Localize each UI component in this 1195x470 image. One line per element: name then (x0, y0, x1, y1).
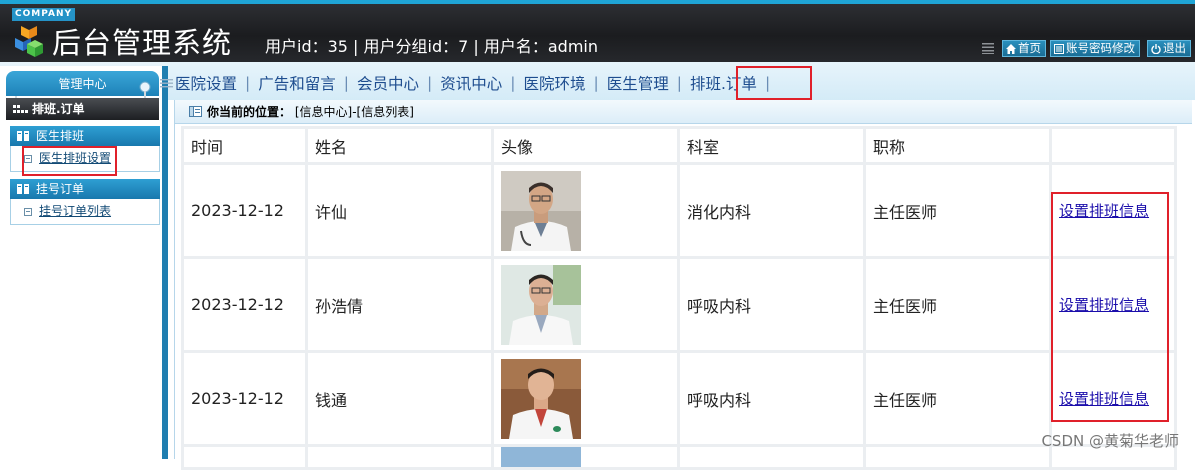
sidebar-group-schedule[interactable]: 医生排班 (10, 126, 160, 146)
breadcrumb-label: 你当前的位置： (207, 105, 291, 119)
sidebar-link-order-list[interactable]: 挂号订单列表 (39, 204, 111, 218)
logout-label: 退出 (1163, 41, 1186, 56)
table-row: 2023-12-12 孙浩倩 呼吸内科 主任医师 设置排班信息 (184, 259, 1174, 350)
document-icon (24, 208, 32, 216)
sidebar-group-label: 挂号订单 (36, 182, 84, 196)
nav-separator: | (765, 74, 770, 92)
sidebar-group-label: 医生排班 (36, 129, 84, 143)
nav-list-icon (160, 78, 173, 89)
company-label: COMPANY (12, 8, 75, 21)
sidebar-group-orders[interactable]: 挂号订单 (10, 179, 160, 199)
table-row: 2023-12-12 许仙 消化内科 主任医师 设 (184, 165, 1174, 256)
cell-title: 主任医师 (866, 165, 1049, 256)
cell-date: 2023-12-12 (184, 165, 305, 256)
cell-dept: 消化内科 (680, 165, 863, 256)
grid-dots-icon (13, 105, 29, 114)
cell-empty (308, 447, 491, 467)
cell-dept: 呼吸内科 (680, 353, 863, 444)
document-icon (24, 155, 32, 163)
table-header-row: 时间 姓名 头像 科室 职称 (184, 129, 1174, 162)
cell-action: 设置排班信息 (1052, 259, 1174, 350)
book-icon (17, 131, 29, 141)
cell-name: 孙浩倩 (308, 259, 491, 350)
col-header-avatar: 头像 (494, 129, 677, 162)
breadcrumb-path: [信息中心]-[信息列表] (295, 105, 414, 119)
col-header-title: 职称 (866, 129, 1049, 162)
sidebar-link-schedule-settings[interactable]: 医生排班设置 (39, 151, 111, 165)
cell-avatar (494, 259, 677, 350)
doctor-avatar (501, 265, 581, 345)
cell-avatar (494, 353, 677, 444)
nav-item-environment[interactable]: 医院环境 (516, 72, 594, 94)
change-password-button[interactable]: 账号密码修改 (1050, 40, 1140, 57)
set-schedule-link[interactable]: 设置排班信息 (1059, 202, 1149, 220)
table-row: 2023-12-12 钱通 呼吸内科 主任医师 设置排班信息 (184, 353, 1174, 444)
col-header-action (1052, 129, 1174, 162)
col-header-name: 姓名 (308, 129, 491, 162)
cell-avatar-partial (494, 447, 677, 467)
set-schedule-link[interactable]: 设置排班信息 (1059, 390, 1149, 408)
home-icon (1006, 44, 1016, 54)
logo-cubes-icon (13, 24, 45, 60)
app-title: 后台管理系统 (52, 25, 232, 61)
sidebar-item-schedule-settings[interactable]: 医生排班设置 (10, 146, 160, 172)
breadcrumb: 你当前的位置： [信息中心]-[信息列表] (175, 100, 1192, 124)
schedule-table: 时间 姓名 头像 科室 职称 2023-12-12 许仙 (181, 126, 1177, 470)
app-header: COMPANY 后台管理系统 用户id：35 | 用户分组id：7 | 用户名：… (0, 0, 1195, 62)
cell-action: 设置排班信息 (1052, 165, 1174, 256)
cell-name: 钱通 (308, 353, 491, 444)
nav-item-schedule-orders[interactable]: 排班.订单 (682, 72, 765, 94)
user-info: 用户id：35 | 用户分组id：7 | 用户名：admin (265, 37, 598, 57)
avatar-partial (501, 447, 581, 467)
nav-item-members[interactable]: 会员中心 (349, 72, 427, 94)
sidebar: 管理中心 排班.订单 医生排班 医生排班设置 挂号订单 (0, 66, 168, 459)
power-icon (1151, 44, 1161, 54)
home-button-label: 首页 (1018, 41, 1041, 56)
sidebar-section-label: 排班.订单 (32, 102, 85, 116)
doctor-avatar (501, 359, 581, 439)
sidebar-tab-management[interactable]: 管理中心 (6, 71, 159, 96)
top-nav: 医院设置 | 广告和留言 | 会员中心 | 资讯中心 | 医院环境 | 医生管理… (160, 66, 770, 100)
cell-name: 许仙 (308, 165, 491, 256)
cell-title: 主任医师 (866, 353, 1049, 444)
change-password-label: 账号密码修改 (1066, 41, 1135, 56)
sidebar-item-order-list[interactable]: 挂号订单列表 (10, 199, 160, 225)
panel-icon (189, 106, 202, 117)
col-header-dept: 科室 (680, 129, 863, 162)
cell-empty (184, 447, 305, 467)
table-row-partial (184, 447, 1174, 467)
cell-title: 主任医师 (866, 259, 1049, 350)
book-icon (17, 184, 29, 194)
main-content: 你当前的位置： [信息中心]-[信息列表] 时间 姓名 头像 科室 职称 202… (174, 100, 1191, 459)
nav-item-hospital-settings[interactable]: 医院设置 (175, 72, 245, 94)
watermark: CSDN @黄菊华老师 (1041, 430, 1179, 451)
col-header-time: 时间 (184, 129, 305, 162)
home-button[interactable]: 首页 (1002, 40, 1046, 57)
cell-empty (680, 447, 863, 467)
cell-date: 2023-12-12 (184, 259, 305, 350)
nav-item-ads-messages[interactable]: 广告和留言 (250, 72, 344, 94)
cell-date: 2023-12-12 (184, 353, 305, 444)
sidebar-section-title: 排班.订单 (6, 98, 159, 120)
logout-button[interactable]: 退出 (1147, 40, 1191, 57)
doctor-avatar (501, 171, 581, 251)
menu-lines-icon (982, 42, 994, 54)
cell-empty (866, 447, 1049, 467)
set-schedule-link[interactable]: 设置排班信息 (1059, 296, 1149, 314)
cell-dept: 呼吸内科 (680, 259, 863, 350)
cell-avatar (494, 165, 677, 256)
nav-item-doctors[interactable]: 医生管理 (599, 72, 677, 94)
list-icon (1054, 44, 1064, 54)
nav-item-news[interactable]: 资讯中心 (432, 72, 510, 94)
